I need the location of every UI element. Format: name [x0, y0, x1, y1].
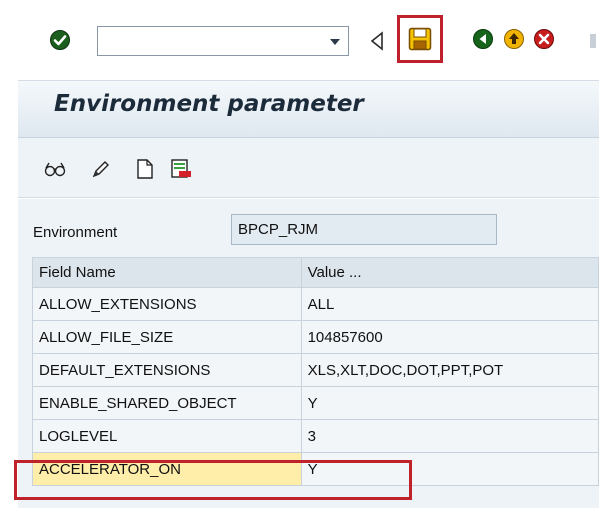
- new-document-icon[interactable]: [132, 156, 158, 182]
- table-row[interactable]: LOGLEVEL 3: [32, 419, 599, 453]
- value-cell[interactable]: ALL: [300, 287, 599, 321]
- field-name-cell[interactable]: ALLOW_FILE_SIZE: [32, 320, 302, 354]
- value-cell[interactable]: 104857600: [300, 320, 599, 354]
- field-name-cell[interactable]: DEFAULT_EXTENSIONS: [32, 353, 302, 387]
- command-input[interactable]: [98, 27, 318, 55]
- table-row[interactable]: ALLOW_EXTENSIONS ALL: [32, 287, 599, 321]
- value-cell[interactable]: Y: [300, 452, 599, 486]
- field-name-cell[interactable]: LOGLEVEL: [32, 419, 302, 453]
- command-field[interactable]: [97, 26, 349, 56]
- table-row-selected[interactable]: ACCELERATOR_ON Y: [32, 452, 599, 486]
- exit-icon[interactable]: [501, 26, 527, 52]
- table-row[interactable]: ENABLE_SHARED_OBJECT Y: [32, 386, 599, 420]
- parameter-table: Field Name Value ... ALLOW_EXTENSIONS AL…: [32, 257, 599, 486]
- table-header-row: Field Name Value ...: [32, 257, 599, 288]
- field-name-cell[interactable]: ENABLE_SHARED_OBJECT: [32, 386, 302, 420]
- cancel-icon[interactable]: [531, 26, 557, 52]
- column-header-field-name[interactable]: Field Name: [32, 257, 302, 288]
- field-name-cell[interactable]: ALLOW_EXTENSIONS: [32, 287, 302, 321]
- title-bar: Environment parameter: [18, 80, 599, 138]
- application-toolbar: [18, 138, 599, 198]
- value-cell[interactable]: XLS,XLT,DOC,DOT,PPT,POT: [300, 353, 599, 387]
- display-change-icon[interactable]: [42, 156, 68, 182]
- table-row[interactable]: ALLOW_FILE_SIZE 104857600: [32, 320, 599, 354]
- value-cell[interactable]: 3: [300, 419, 599, 453]
- table-row[interactable]: DEFAULT_EXTENSIONS XLS,XLT,DOC,DOT,PPT,P…: [32, 353, 599, 387]
- chevron-down-icon[interactable]: [326, 34, 344, 48]
- field-name-cell[interactable]: ACCELERATOR_ON: [32, 452, 302, 486]
- pencil-icon[interactable]: [88, 156, 114, 182]
- environment-label: Environment: [33, 224, 118, 241]
- environment-field[interactable]: BPCP_RJM: [231, 214, 497, 245]
- value-cell[interactable]: Y: [300, 386, 599, 420]
- system-toolbar: [0, 0, 599, 74]
- enter-icon[interactable]: [47, 27, 73, 53]
- column-header-value[interactable]: Value ...: [300, 257, 599, 288]
- save-highlight-box: [397, 15, 443, 63]
- delete-icon[interactable]: [168, 156, 194, 182]
- page-title: Environment parameter: [54, 91, 364, 117]
- toolbar-separator: [590, 34, 596, 48]
- back-nav-icon[interactable]: [367, 28, 387, 54]
- back-icon[interactable]: [470, 26, 496, 52]
